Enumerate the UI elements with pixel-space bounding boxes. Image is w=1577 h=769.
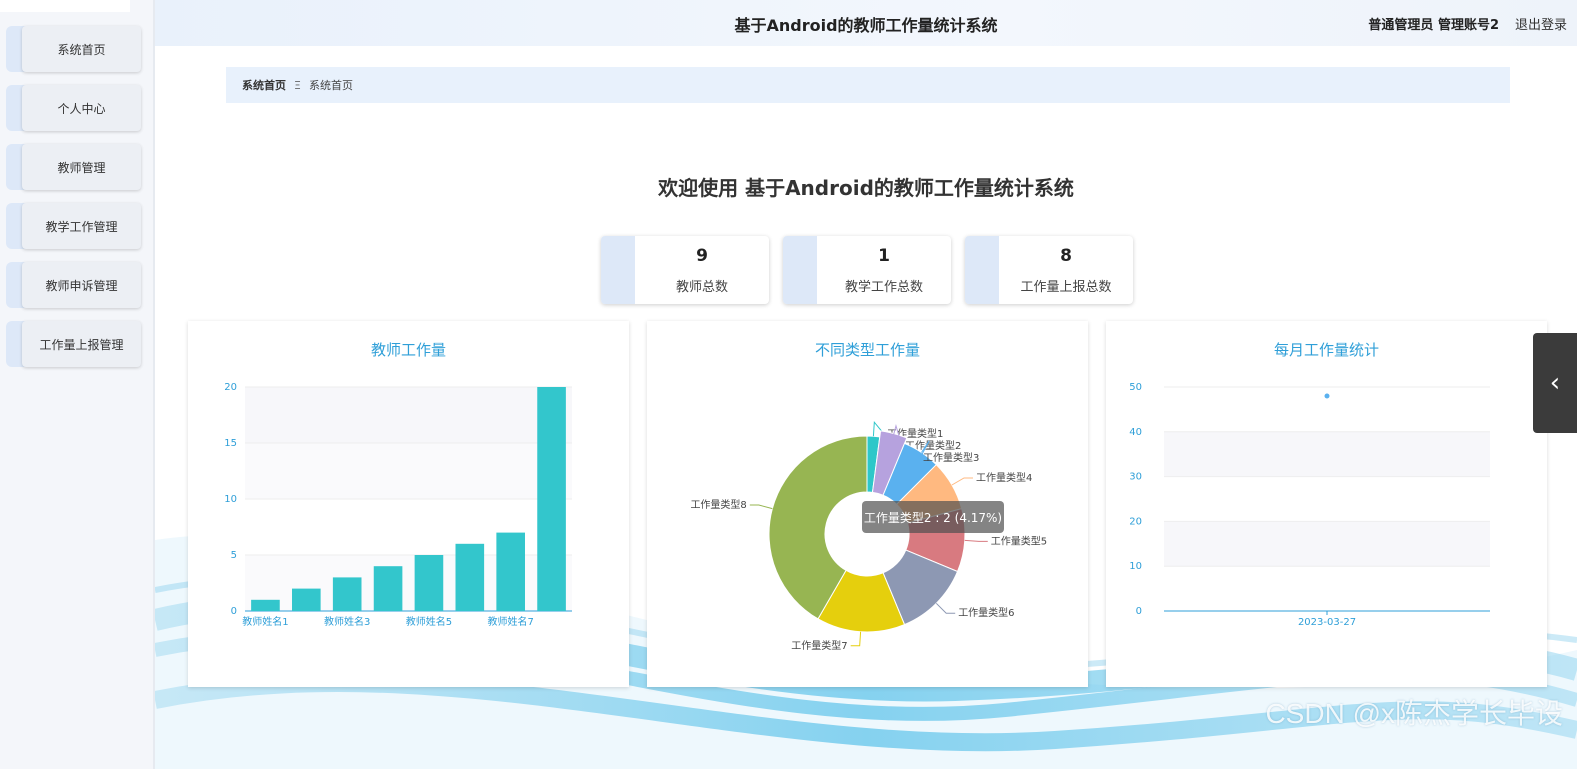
bar <box>455 543 485 611</box>
leader-line <box>951 477 973 486</box>
chevron-left-icon: ‹ <box>1549 368 1561 398</box>
bar <box>292 588 321 611</box>
slice-label: 工作量类型4 <box>976 471 1032 484</box>
top-header: 基于Android的教师工作量统计系统 普通管理员 管理账号2 退出登录 <box>155 0 1577 46</box>
stat-label: 教学工作总数 <box>844 280 923 295</box>
bar <box>414 555 444 611</box>
bar <box>251 599 280 611</box>
watermark: CSDN @x陈杰学长毕设 <box>1265 698 1563 729</box>
stat-value: 1 <box>878 246 890 266</box>
sidebar-item-label[interactable]: 个人中心 <box>22 85 141 131</box>
y-tick-label: 0 <box>1136 606 1142 617</box>
stat-card-teachers: 9 教师总数 <box>601 236 769 304</box>
slice-label: 工作量类型7 <box>791 639 847 652</box>
chart-tooltip: 工作量类型2 : 2 (4.17%) <box>862 501 1004 533</box>
sidebar-item-label[interactable]: 系统首页 <box>22 26 141 72</box>
chart-card-teacher-workload: 教师工作量 0 5 10 15 20 教师姓名1 教师姓名3 教师姓名5 教师姓名7 <box>188 321 629 687</box>
stat-value: 8 <box>1060 246 1072 266</box>
slice-label: 工作量类型6 <box>958 606 1014 619</box>
grid-band <box>1164 431 1490 477</box>
y-tick-label: 15 <box>224 438 237 449</box>
sidebar: 系统首页 个人中心 教师管理 教学工作管理 教师申诉管理 工作量上报管理 <box>0 0 155 769</box>
stat-card-band <box>601 236 635 304</box>
y-tick-label: 20 <box>224 382 237 393</box>
stat-card-band <box>783 236 817 304</box>
stat-card-teaching-work: 1 教学工作总数 <box>783 236 951 304</box>
y-tick-label: 30 <box>1129 472 1142 483</box>
breadcrumb: 系统首页 Ξ 系统首页 <box>226 67 1510 103</box>
slice-label: 工作量类型8 <box>690 498 746 511</box>
x-tick-label: 教师姓名3 <box>324 615 370 628</box>
grid-band <box>245 387 572 443</box>
grid-band <box>245 443 572 499</box>
stat-label: 教师总数 <box>675 280 728 295</box>
bar <box>537 387 566 611</box>
y-tick-label: 0 <box>231 606 237 617</box>
x-tick-label: 2023-03-27 <box>1298 617 1356 628</box>
grid-band <box>1164 521 1490 567</box>
sidebar-top-band <box>0 0 130 12</box>
sidebar-item-appeal-management[interactable]: 教师申诉管理 <box>6 262 141 308</box>
y-tick-label: 20 <box>1129 516 1142 527</box>
bar <box>496 532 525 611</box>
leader-line <box>749 504 773 510</box>
welcome-heading: 欢迎使用 基于Android的教师工作量统计系统 <box>658 176 1074 200</box>
collapse-panel-button[interactable]: ‹ <box>1533 333 1577 433</box>
scatter-chart: 0 10 20 30 40 50 2023-03-27 <box>1129 382 1490 628</box>
sidebar-item-home[interactable]: 系统首页 <box>6 26 141 72</box>
sidebar-item-workload-report-management[interactable]: 工作量上报管理 <box>6 321 141 367</box>
sidebar-item-label[interactable]: 教师申诉管理 <box>22 262 141 308</box>
sidebar-item-profile[interactable]: 个人中心 <box>6 85 141 131</box>
x-tick-label: 教师姓名1 <box>242 615 288 628</box>
slice-label: 工作量类型5 <box>991 534 1047 547</box>
sidebar-item-teacher-management[interactable]: 教师管理 <box>6 144 141 190</box>
x-tick-label: 教师姓名7 <box>488 615 534 628</box>
logout-link[interactable]: 退出登录 <box>1515 14 1567 33</box>
bar-chart: 0 5 10 15 20 教师姓名1 教师姓名3 教师姓名5 教师姓名7 <box>224 382 572 628</box>
scatter-point <box>1324 393 1330 399</box>
y-tick-label: 10 <box>224 494 237 505</box>
bar <box>332 577 362 611</box>
y-tick-label: 40 <box>1129 427 1142 438</box>
sidebar-item-label[interactable]: 教学工作管理 <box>22 203 141 249</box>
stat-value: 9 <box>696 246 708 266</box>
chart-card-monthly-workload: 每月工作量统计 0 10 20 30 40 50 2023-03-27 <box>1106 321 1547 687</box>
sidebar-item-label[interactable]: 工作量上报管理 <box>22 321 141 367</box>
y-tick-label: 50 <box>1129 382 1142 393</box>
slice-label: 工作量类型3 <box>923 451 979 464</box>
leader-line <box>964 539 988 542</box>
sidebar-item-label[interactable]: 教师管理 <box>22 144 141 190</box>
leader-line <box>935 602 956 614</box>
stat-card-band <box>965 236 999 304</box>
leader-line <box>850 631 862 647</box>
bar <box>373 566 403 611</box>
breadcrumb-home[interactable]: 系统首页 <box>242 77 286 93</box>
current-user: 普通管理员 管理账号2 <box>1368 18 1499 33</box>
breadcrumb-current: 系统首页 <box>308 79 353 92</box>
stat-label: 工作量上报总数 <box>1020 280 1112 295</box>
breadcrumb-separator-icon: Ξ <box>294 78 301 92</box>
sidebar-item-teaching-work-management[interactable]: 教学工作管理 <box>6 203 141 249</box>
stat-card-workload-reports: 8 工作量上报总数 <box>965 236 1133 304</box>
x-tick-label: 教师姓名5 <box>406 615 452 628</box>
app-title: 基于Android的教师工作量统计系统 <box>734 16 998 35</box>
y-tick-label: 5 <box>231 550 237 561</box>
y-tick-label: 10 <box>1129 561 1142 572</box>
